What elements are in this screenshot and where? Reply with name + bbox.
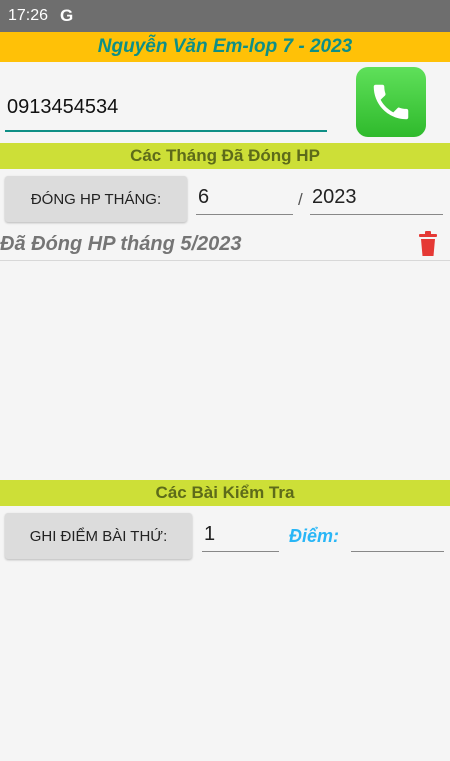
record-score-label: GHI ĐIỂM BÀI THỨ: — [29, 527, 168, 545]
trash-icon[interactable] — [418, 231, 438, 262]
phone-icon — [373, 84, 409, 120]
title-bar: Nguyễn Văn Em-lop 7 - 2023 — [0, 32, 450, 62]
month-year-separator: / — [298, 190, 303, 209]
list-item: Đã Đóng HP tháng 5/2023 — [0, 229, 450, 261]
fees-section-header: Các Tháng Đã Đóng HP — [0, 143, 450, 169]
tests-section-title: Các Bài Kiểm Tra — [155, 483, 295, 502]
year-input[interactable] — [310, 181, 443, 215]
tests-section-header: Các Bài Kiểm Tra — [0, 480, 450, 506]
call-button[interactable] — [356, 67, 426, 137]
score-label: Điểm: — [289, 526, 340, 546]
pay-month-label: ĐÓNG HP THÁNG: — [30, 190, 162, 208]
status-bar: 17:26 G — [0, 0, 450, 32]
pay-month-button[interactable]: ĐÓNG HP THÁNG: — [5, 176, 187, 222]
google-icon: G — [60, 6, 74, 25]
phone-number-input[interactable] — [5, 84, 327, 132]
status-time: 17:26 — [8, 7, 49, 24]
record-score-button[interactable]: GHI ĐIỂM BÀI THỨ: — [5, 513, 192, 559]
month-input[interactable] — [196, 181, 293, 215]
paid-month-text: Đã Đóng HP tháng 5/2023 — [0, 233, 242, 255]
fees-section-title: Các Tháng Đã Đóng HP — [130, 146, 320, 165]
score-input[interactable] — [351, 518, 444, 552]
test-number-input[interactable] — [202, 518, 279, 552]
student-title: Nguyễn Văn Em-lop 7 - 2023 — [97, 36, 353, 57]
